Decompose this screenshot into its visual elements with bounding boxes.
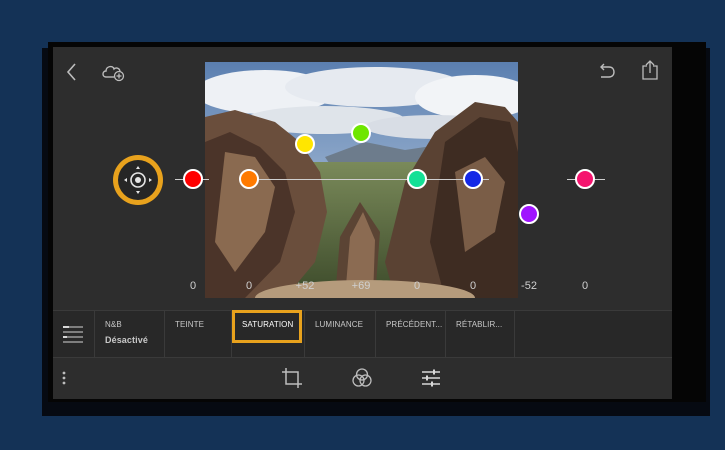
- more-vertical-icon[interactable]: [59, 368, 69, 388]
- hsl-dot-magenta[interactable]: [575, 169, 595, 189]
- tab-bw-label: N&B: [105, 320, 122, 329]
- tab-bw-status: Désactivé: [105, 335, 148, 345]
- hsl-value-purple: -52: [521, 280, 537, 292]
- hsl-dot-green[interactable]: [351, 123, 371, 143]
- hsl-dot-aqua[interactable]: [407, 169, 427, 189]
- tab-previous[interactable]: PRÉCÉDENT...: [376, 311, 446, 359]
- bottom-toolbar: [53, 358, 672, 399]
- hsl-dot-red[interactable]: [183, 169, 203, 189]
- share-icon[interactable]: [639, 58, 661, 82]
- sliders-icon[interactable]: [419, 366, 443, 390]
- hsl-value-yellow: +52: [295, 280, 315, 292]
- target-adjust-tool[interactable]: [113, 155, 163, 205]
- hsl-dot-orange[interactable]: [239, 169, 259, 189]
- chevron-left-icon[interactable]: [61, 61, 81, 83]
- tab-bw[interactable]: N&B Désactivé: [95, 311, 165, 359]
- cloud-add-icon[interactable]: [101, 61, 127, 83]
- hsl-dot-yellow[interactable]: [295, 134, 315, 154]
- hsl-dot-blue[interactable]: [463, 169, 483, 189]
- saturation-highlight: [232, 310, 302, 343]
- tab-reset[interactable]: RÉTABLIR...: [446, 311, 515, 359]
- undo-icon[interactable]: [595, 60, 617, 82]
- hsl-value-green: +69: [351, 280, 371, 292]
- list-menu-icon[interactable]: [53, 311, 95, 359]
- hsl-track: [259, 179, 489, 180]
- crop-icon[interactable]: [280, 366, 304, 390]
- hsl-value-blue: 0: [469, 280, 477, 292]
- hsl-tab-bar: N&B Désactivé TEINTE SATURATION LUMINANC…: [53, 310, 672, 359]
- hsl-dot-purple[interactable]: [519, 204, 539, 224]
- color-circles-icon[interactable]: [350, 366, 374, 390]
- hsl-value-red: 0: [189, 280, 197, 292]
- hsl-value-magenta: 0: [581, 280, 589, 292]
- target-adjust-icon: [118, 160, 158, 200]
- tab-tint[interactable]: TEINTE: [165, 311, 232, 359]
- hsl-value-aqua: 0: [413, 280, 421, 292]
- app-screen: 0 0 +52 +69 0 0 -52 0 N&B Désactivé TEIN…: [53, 47, 672, 399]
- hsl-value-orange: 0: [245, 280, 253, 292]
- tab-luminance[interactable]: LUMINANCE: [305, 311, 376, 359]
